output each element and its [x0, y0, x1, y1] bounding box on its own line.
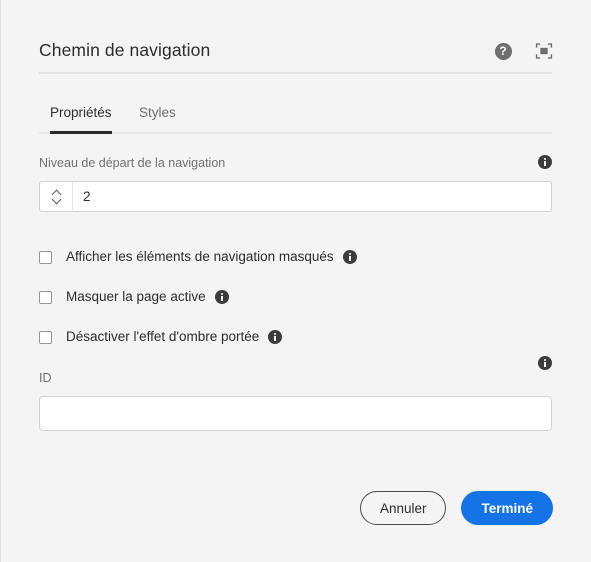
done-button[interactable]: Terminé [461, 491, 553, 525]
info-icon [268, 330, 283, 344]
nav-start-level-label: Niveau de départ de la navigation [39, 156, 226, 170]
hide-current-page-info-button[interactable] [214, 290, 229, 304]
checkbox-row-hide-current-page[interactable]: Masquer la page active [39, 288, 229, 306]
id-label: ID [39, 371, 52, 385]
help-button[interactable]: ? [493, 41, 513, 61]
tab-bar-rule [39, 132, 552, 134]
checkbox-row-disable-shadow[interactable]: Désactiver l'effet d'ombre portée [39, 328, 283, 346]
checkbox-hide-current-page[interactable] [39, 290, 52, 304]
nav-start-level-stepper[interactable] [39, 181, 552, 212]
help-circle-icon: ? [494, 42, 512, 60]
id-field: ID [39, 356, 552, 431]
checkbox-show-hidden-nav-items[interactable] [39, 250, 52, 264]
show-hidden-nav-items-info-button[interactable] [342, 250, 357, 264]
nav-start-level-info-button[interactable] [538, 155, 552, 174]
fullscreen-expand-icon [535, 43, 553, 59]
checkbox-label-disable-shadow: Désactiver l'effet d'ombre portée [66, 329, 260, 344]
stepper-arrows[interactable] [40, 182, 73, 211]
active-tab-indicator [50, 131, 112, 134]
checkbox-row-show-hidden-nav-items[interactable]: Afficher les éléments de navigation masq… [39, 248, 357, 266]
info-icon [214, 290, 229, 304]
checkbox-label-show-hidden-nav-items: Afficher les éléments de navigation masq… [66, 249, 334, 264]
chevron-down-icon[interactable] [52, 198, 61, 203]
checkbox-label-hide-current-page: Masquer la page active [66, 289, 206, 304]
properties-dialog: Chemin de navigation ? Propriétés Styles [0, 0, 591, 562]
fullscreen-button[interactable] [534, 41, 554, 61]
header-actions: ? [493, 41, 554, 61]
info-icon [538, 155, 552, 169]
disable-shadow-info-button[interactable] [268, 330, 283, 344]
dialog-header: Chemin de navigation ? [1, 0, 591, 74]
id-info-button[interactable] [538, 356, 552, 375]
checkbox-disable-shadow[interactable] [39, 330, 52, 344]
tab-proprietes[interactable]: Propriétés [50, 98, 112, 134]
header-divider [39, 72, 552, 74]
tab-bar: Propriétés Styles [39, 98, 552, 135]
id-input[interactable] [39, 396, 552, 431]
page-title: Chemin de navigation [39, 40, 211, 60]
nav-start-level-input[interactable] [73, 182, 551, 211]
info-icon [538, 356, 552, 370]
cancel-button[interactable]: Annuler [359, 491, 447, 525]
dialog-footer: Annuler Terminé [359, 491, 553, 525]
nav-start-level-field: Niveau de départ de la navigation [39, 155, 552, 212]
info-icon [342, 250, 357, 264]
tab-styles[interactable]: Styles [139, 98, 176, 134]
